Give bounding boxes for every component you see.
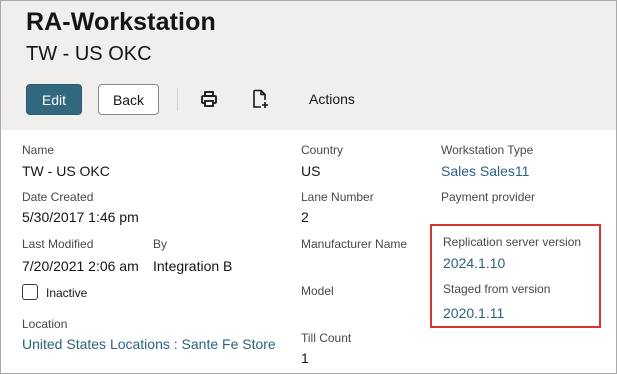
last-modified-label: Last Modified xyxy=(22,237,94,251)
till-count-label: Till Count xyxy=(301,331,352,345)
model-label: Model xyxy=(301,284,334,298)
lane-number-label: Lane Number xyxy=(301,190,374,204)
till-count-value: 1 xyxy=(301,350,309,366)
replication-server-version-link[interactable]: 2024.1.10 xyxy=(443,255,505,271)
staged-from-version-label: Staged from version xyxy=(443,282,551,296)
name-value: TW - US OKC xyxy=(22,163,110,179)
print-icon[interactable] xyxy=(198,87,220,111)
page-title: RA-Workstation xyxy=(26,8,216,36)
actions-menu[interactable]: Actions xyxy=(309,91,355,107)
page-subtitle: TW - US OKC xyxy=(26,43,152,65)
date-created-label: Date Created xyxy=(22,190,94,204)
edit-button[interactable]: Edit xyxy=(26,84,82,115)
lane-number-value: 2 xyxy=(301,209,309,225)
toolbar-divider xyxy=(177,88,178,111)
document-export-icon[interactable] xyxy=(249,87,271,111)
payment-provider-label: Payment provider xyxy=(441,190,536,204)
workstation-type-label: Workstation Type xyxy=(441,143,534,157)
replication-server-version-label: Replication server version xyxy=(443,235,582,249)
staged-from-version-link[interactable]: 2020.1.11 xyxy=(443,305,504,321)
name-label: Name xyxy=(22,143,55,157)
inactive-label: Inactive xyxy=(46,286,88,300)
last-modified-value: 7/20/2021 2:06 am xyxy=(22,258,139,274)
page-header: RA-Workstation TW - US OKC Edit Back Act… xyxy=(1,1,616,130)
location-link[interactable]: United States Locations : Sante Fe Store xyxy=(22,336,276,352)
by-label: By xyxy=(153,237,168,251)
workstation-type-link[interactable]: Sales Sales11 xyxy=(441,163,529,179)
date-created-value: 5/30/2017 1:46 pm xyxy=(22,209,139,225)
country-label: Country xyxy=(301,143,344,157)
by-value: Integration B xyxy=(153,258,233,274)
location-label: Location xyxy=(22,317,68,331)
manufacturer-name-label: Manufacturer Name xyxy=(301,237,408,251)
back-button[interactable]: Back xyxy=(98,84,159,115)
country-value: US xyxy=(301,163,321,179)
inactive-checkbox[interactable] xyxy=(22,284,38,300)
